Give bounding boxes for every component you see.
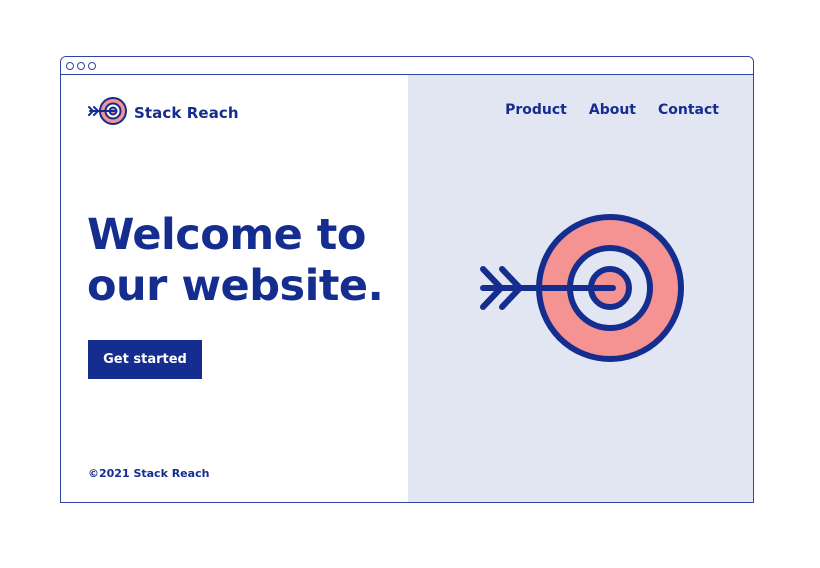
nav-item-product[interactable]: Product [505, 102, 567, 118]
hero-headline: Welcome to our website. [87, 210, 384, 312]
footer-copyright: ©2021 Stack Reach [88, 467, 210, 480]
target-arrow-icon [477, 213, 687, 367]
browser-window: Stack Reach Product About Contact Welcom… [60, 56, 754, 503]
headline-line: Welcome to [87, 210, 366, 260]
target-arrow-icon [88, 96, 128, 130]
window-titlebar [61, 57, 753, 75]
headline-line: our website. [87, 261, 384, 311]
window-control-dot[interactable] [88, 62, 96, 70]
brand-name: Stack Reach [134, 104, 239, 122]
top-nav: Product About Contact [505, 102, 719, 118]
brand-logo[interactable]: Stack Reach [88, 96, 239, 130]
nav-item-about[interactable]: About [589, 102, 636, 118]
get-started-button[interactable]: Get started [88, 340, 202, 379]
window-control-dot[interactable] [77, 62, 85, 70]
window-control-dot[interactable] [66, 62, 74, 70]
nav-item-contact[interactable]: Contact [658, 102, 719, 118]
